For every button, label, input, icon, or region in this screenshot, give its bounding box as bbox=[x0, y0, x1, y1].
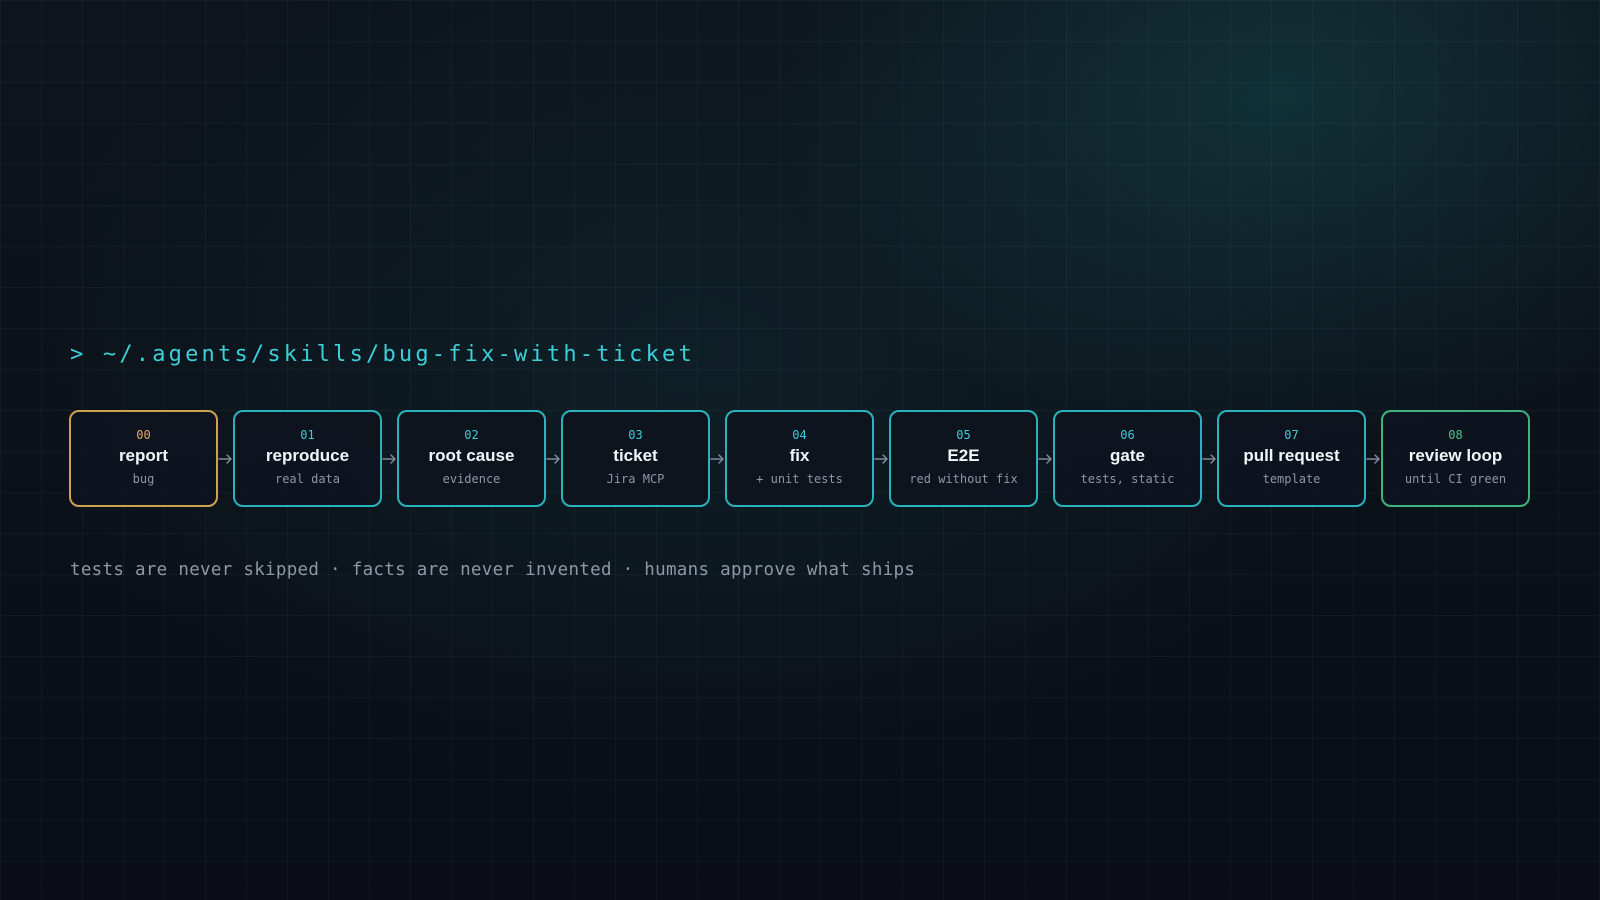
arrow-right-icon bbox=[874, 453, 889, 465]
step-title: gate bbox=[1110, 446, 1145, 465]
step-review-loop: 08 review loop until CI green bbox=[1381, 410, 1530, 507]
arrow-right-icon bbox=[218, 453, 233, 465]
step-title: report bbox=[118, 446, 169, 465]
step-title: review loop bbox=[1408, 446, 1503, 465]
step-subtitle: tests, static bbox=[1080, 472, 1175, 486]
step-number: 04 bbox=[792, 428, 807, 442]
step-subtitle: template bbox=[1262, 472, 1321, 486]
step-number: 07 bbox=[1284, 428, 1299, 442]
step-fix: 04 fix + unit tests bbox=[725, 410, 874, 507]
step-number: 02 bbox=[464, 428, 479, 442]
command-prompt: > ~/.agents/skills/bug-fix-with-ticket bbox=[70, 342, 695, 367]
step-title: reproduce bbox=[265, 446, 350, 465]
step-number: 01 bbox=[300, 428, 315, 442]
arrow-right-icon bbox=[1366, 453, 1381, 465]
step-number: 03 bbox=[628, 428, 643, 442]
step-subtitle: red without fix bbox=[909, 472, 1018, 486]
step-subtitle: + unit tests bbox=[756, 472, 843, 486]
step-report: 00 report bug bbox=[69, 410, 218, 507]
step-ticket: 03 ticket Jira MCP bbox=[561, 410, 710, 507]
step-gate: 06 gate tests, static bbox=[1053, 410, 1202, 507]
step-subtitle: until CI green bbox=[1404, 472, 1507, 486]
step-subtitle: evidence bbox=[442, 472, 501, 486]
step-title: ticket bbox=[613, 446, 658, 465]
step-subtitle: bug bbox=[132, 472, 155, 486]
step-e2e: 05 E2E red without fix bbox=[889, 410, 1038, 507]
step-number: 06 bbox=[1120, 428, 1135, 442]
arrow-right-icon bbox=[1038, 453, 1053, 465]
step-title: root cause bbox=[428, 446, 515, 465]
step-subtitle: Jira MCP bbox=[606, 472, 665, 486]
step-title: E2E bbox=[947, 446, 980, 465]
step-subtitle: real data bbox=[274, 472, 341, 486]
arrow-right-icon bbox=[1202, 453, 1217, 465]
step-root-cause: 02 root cause evidence bbox=[397, 410, 546, 507]
arrow-right-icon bbox=[382, 453, 397, 465]
step-title: fix bbox=[789, 446, 810, 465]
step-number: 00 bbox=[136, 428, 151, 442]
step-title: pull request bbox=[1243, 446, 1340, 465]
step-pull-request: 07 pull request template bbox=[1217, 410, 1366, 507]
pipeline: 00 report bug 01 reproduce real data 02 … bbox=[69, 410, 1530, 507]
step-number: 05 bbox=[956, 428, 971, 442]
arrow-right-icon bbox=[710, 453, 725, 465]
step-reproduce: 01 reproduce real data bbox=[233, 410, 382, 507]
arrow-right-icon bbox=[546, 453, 561, 465]
step-number: 08 bbox=[1448, 428, 1463, 442]
tagline: tests are never skipped · facts are neve… bbox=[70, 560, 916, 580]
